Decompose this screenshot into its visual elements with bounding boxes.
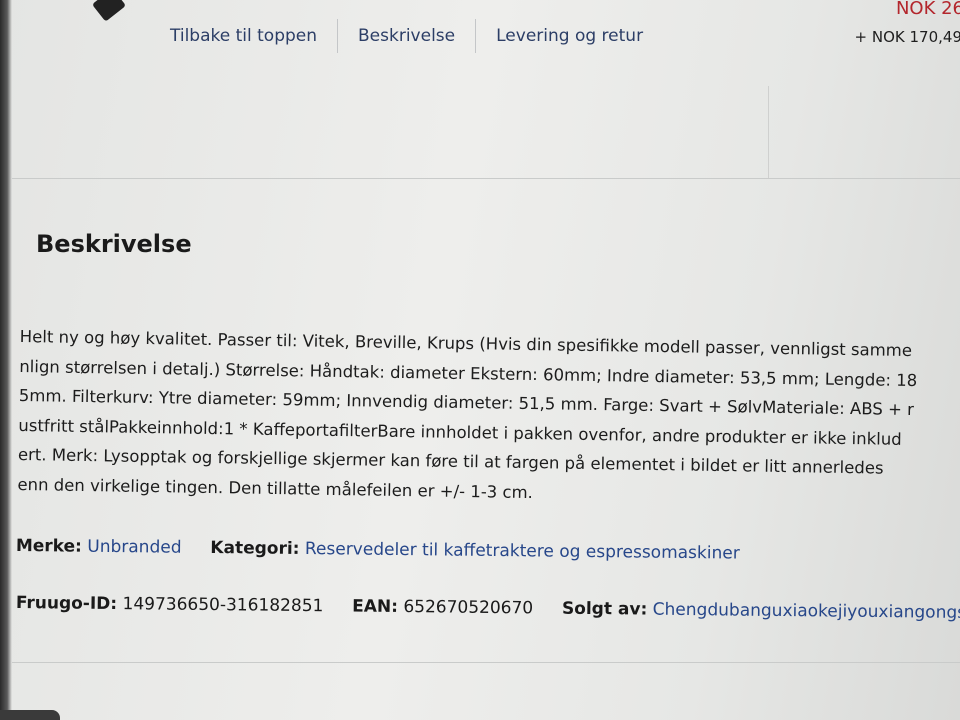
meta-row-brand-category: Merke: Unbranded Kategori: Reservedeler …: [16, 536, 740, 564]
nav-description[interactable]: Beskrivelse: [338, 19, 477, 53]
shipping-price: + NOK 170,49: [854, 28, 960, 46]
ean-label: EAN:: [352, 596, 399, 618]
section-nav: Tilbake til toppen Beskrivelse Levering …: [150, 14, 663, 58]
corner-shadow: [91, 0, 127, 22]
nav-delivery-returns[interactable]: Levering og retur: [476, 19, 663, 53]
seller-label: Solgt av:: [561, 598, 648, 620]
category-label: Kategori:: [210, 538, 300, 559]
seller-link[interactable]: Chengdubanguxiaokejiyouxiangongsi: [653, 600, 960, 623]
brand-link[interactable]: Unbranded: [87, 537, 181, 558]
section-heading: Beskrivelse: [36, 230, 192, 258]
monitor-bezel: [0, 0, 12, 720]
ean-value: 652670520670: [403, 597, 534, 619]
description-text: Helt ny og høy kvalitet. Passer til: Vit…: [17, 322, 950, 514]
bottom-edge-shadow: [0, 710, 60, 720]
divider-bottom: [12, 662, 960, 663]
meta-row-ids: Fruugo-ID: 149736650-316182851 EAN: 6526…: [16, 593, 960, 623]
product-price: NOK 26: [895, 0, 960, 19]
fruugo-id-value: 149736650-316182851: [122, 594, 324, 617]
divider-top: [12, 178, 960, 179]
page-screen: Tilbake til toppen Beskrivelse Levering …: [0, 0, 960, 720]
fruugo-id-label: Fruugo-ID:: [15, 593, 118, 615]
nav-back-to-top[interactable]: Tilbake til toppen: [150, 19, 339, 53]
divider-vertical: [768, 86, 769, 178]
category-link[interactable]: Reservedeler til kaffetraktere og espres…: [305, 539, 740, 564]
brand-label: Merke:: [15, 536, 83, 557]
